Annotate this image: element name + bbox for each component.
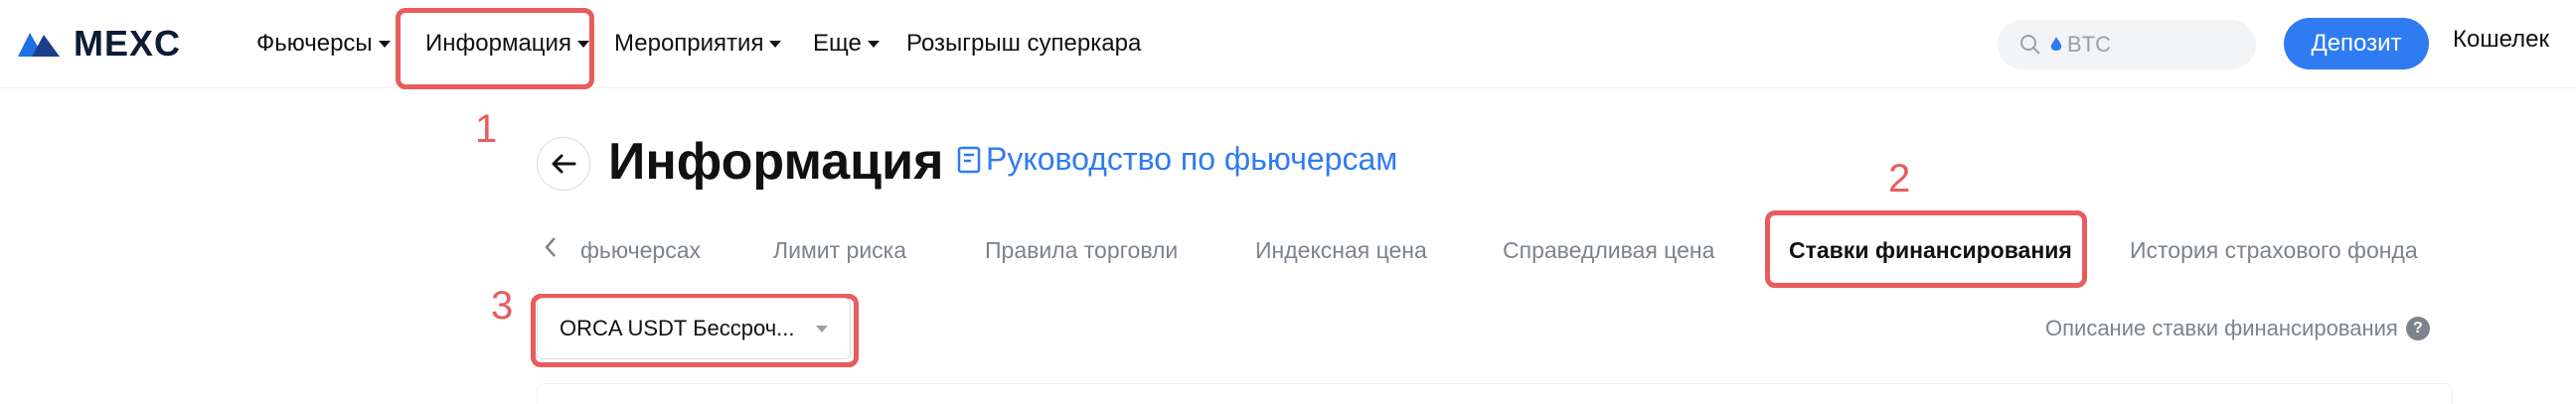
chevron-down-icon — [816, 326, 828, 333]
funding-rate-description-label: Описание ставки финансирования — [2045, 316, 2398, 340]
nav-futures-label: Фьючерсы — [256, 30, 373, 57]
chevron-left-icon — [545, 237, 556, 257]
top-navigation-bar: MEXC Фьючерсы Информация Мероприятия Еще… — [0, 0, 2576, 88]
help-icon: ? — [2405, 317, 2430, 340]
mexc-logo-icon — [18, 33, 60, 57]
chevron-down-icon — [378, 40, 391, 48]
wallet-link[interactable]: Кошелек — [2453, 26, 2549, 54]
futures-guide-link[interactable]: Руководство по фьючерсам — [956, 141, 1397, 178]
nav-supercar-label: Розыгрыш суперкара — [906, 30, 1142, 57]
search-placeholder: BTC — [2067, 32, 2111, 57]
tab-insurance-fund-history[interactable]: История страхового фонда — [2130, 234, 2418, 266]
nav-futures[interactable]: Фьючерсы — [256, 24, 391, 64]
arrow-left-icon — [552, 154, 576, 174]
nav-supercar-giveaway[interactable]: Розыгрыш суперкара — [906, 24, 1141, 64]
tab-trading-rules[interactable]: Правила торговли — [985, 234, 1178, 266]
tab-risk-limit[interactable]: Лимит риска — [773, 234, 906, 266]
logo-text: MEXC — [74, 23, 182, 64]
content-panel — [537, 383, 2453, 404]
nav-events[interactable]: Мероприятия — [614, 24, 782, 64]
search-input[interactable]: BTC — [1998, 20, 2256, 69]
tab-index-price[interactable]: Индексная цена — [1255, 234, 1427, 266]
contract-select[interactable]: ORCA USDT Бессроч... — [537, 298, 851, 359]
tab-fair-price[interactable]: Справедливая цена — [1503, 234, 1714, 266]
contract-select-value: ORCA USDT Бессроч... — [560, 316, 795, 340]
book-icon — [957, 146, 981, 173]
search-icon — [2020, 35, 2040, 55]
annotation-number-3: 3 — [491, 284, 514, 328]
flame-icon — [2050, 37, 2062, 51]
deposit-button[interactable]: Депозит — [2284, 18, 2429, 69]
mexc-logo[interactable]: MEXC — [16, 22, 181, 66]
nav-more-label: Еще — [813, 30, 862, 57]
chevron-down-icon — [867, 40, 880, 48]
back-button[interactable] — [537, 137, 590, 191]
tabs-scroll-left[interactable] — [543, 234, 559, 265]
annotation-number-1: 1 — [475, 107, 498, 151]
page-title: Информация — [608, 133, 944, 191]
annotation-box-1 — [396, 8, 594, 89]
nav-more[interactable]: Еще — [813, 24, 880, 64]
nav-events-label: Мероприятия — [614, 30, 764, 57]
futures-guide-label: Руководство по фьючерсам — [986, 141, 1398, 177]
funding-rate-description-link[interactable]: Описание ставки финансирования ? — [2045, 316, 2430, 341]
search-placeholder-wrap: BTC — [2049, 32, 2111, 58]
chevron-down-icon — [769, 40, 782, 48]
tab-futures-info[interactable]: фьючерсах — [580, 234, 701, 266]
tab-funding-rates[interactable]: Ставки финансирования — [1789, 234, 2072, 266]
annotation-number-2: 2 — [1888, 157, 1911, 201]
